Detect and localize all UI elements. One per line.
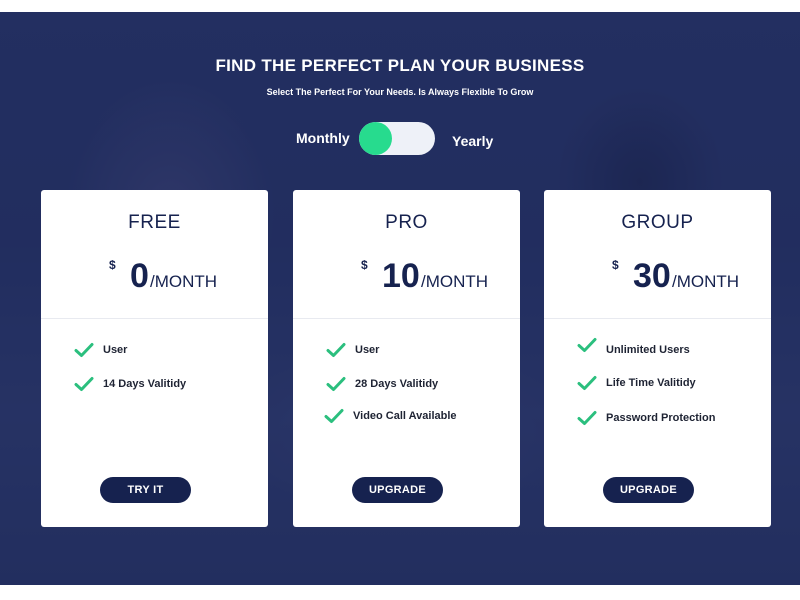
feature-text: User: [355, 344, 380, 356]
check-icon: [577, 411, 597, 425]
plan-name: PRO: [385, 212, 428, 233]
page-title: FIND THE PERFECT PLAN YOUR BUSINESS: [215, 56, 585, 75]
currency-symbol: $: [361, 258, 368, 272]
feature-text: Video Call Available: [353, 410, 457, 422]
feature-text: Password Protection: [606, 412, 716, 424]
switch-knob[interactable]: [359, 122, 392, 155]
check-icon: [326, 343, 346, 357]
check-icon: [74, 377, 94, 391]
price-amount: 0: [130, 257, 149, 295]
plan-card-group: GROUP $ 30 /MONTH Unlimited Users Life T…: [544, 190, 771, 527]
plan-card-free: FREE $ 0 /MONTH User 14 Days Valitidy TR…: [41, 190, 268, 527]
plan-header: PRO $ 10 /MONTH: [293, 190, 520, 319]
check-icon: [326, 377, 346, 391]
price-amount: 30: [633, 257, 671, 295]
plan-header: FREE $ 0 /MONTH: [41, 190, 268, 319]
price-period: /MONTH: [150, 272, 218, 291]
price-amount: 10: [382, 257, 420, 295]
currency-symbol: $: [612, 258, 619, 272]
feature-text: 28 Days Valitidy: [355, 378, 439, 390]
price-period: /MONTH: [672, 272, 740, 291]
billing-toggle-row: Monthly Yearly: [0, 121, 800, 157]
feature-text: User: [103, 344, 128, 356]
upgrade-button[interactable]: UPGRADE: [603, 477, 694, 503]
upgrade-button[interactable]: UPGRADE: [352, 477, 443, 503]
plan-name: GROUP: [621, 212, 694, 233]
check-icon: [577, 376, 597, 390]
page-subtitle: Select The Perfect For Your Needs. Is Al…: [266, 87, 534, 97]
plan-card-pro: PRO $ 10 /MONTH User 28 Days Valitidy Vi…: [293, 190, 520, 527]
check-icon: [324, 409, 344, 423]
plan-name: FREE: [128, 212, 181, 233]
feature-text: Unlimited Users: [606, 344, 690, 356]
monthly-label[interactable]: Monthly: [296, 130, 350, 146]
check-icon: [74, 343, 94, 357]
feature-text: Life Time Valitidy: [606, 377, 696, 389]
feature-text: 14 Days Valitidy: [103, 378, 187, 390]
billing-period-switch[interactable]: [359, 122, 435, 155]
price-period: /MONTH: [421, 272, 489, 291]
currency-symbol: $: [109, 258, 116, 272]
yearly-label[interactable]: Yearly: [452, 133, 493, 149]
check-icon: [577, 338, 597, 352]
plan-header: GROUP $ 30 /MONTH: [544, 190, 771, 319]
try-it-button[interactable]: TRY IT: [100, 477, 191, 503]
